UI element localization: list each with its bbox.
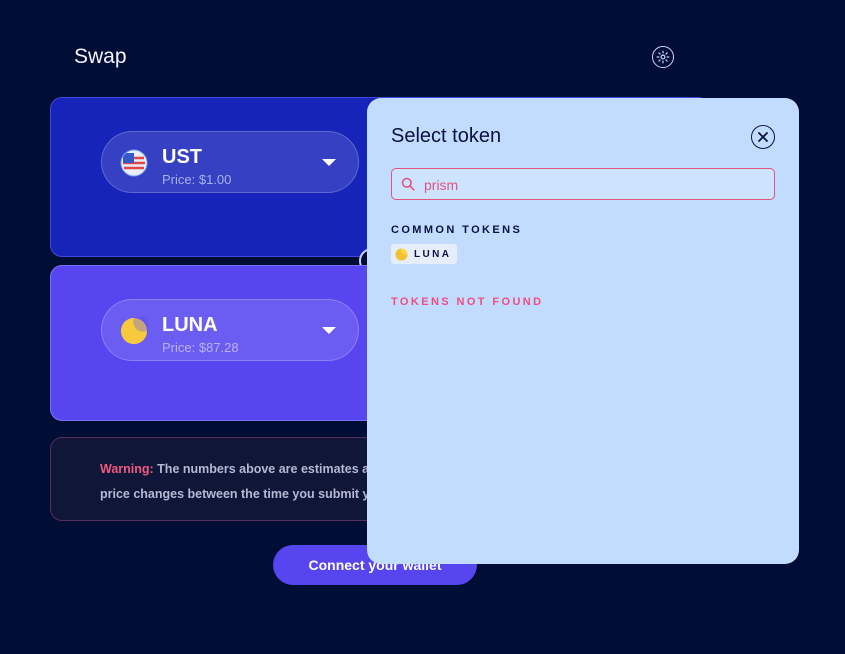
from-token-symbol: UST (162, 146, 202, 168)
to-token-symbol: LUNA (162, 314, 218, 336)
gear-icon (656, 50, 670, 64)
settings-button[interactable] (652, 46, 674, 68)
from-token-price: Price: $1.00 (162, 172, 232, 187)
to-token-selector[interactable]: LUNA Price: $87.28 (101, 299, 359, 361)
search-icon (401, 177, 415, 191)
page-title: Swap (74, 45, 127, 68)
warning-label: Warning: (100, 462, 154, 476)
from-token-selector[interactable]: UST Price: $1.00 (101, 131, 359, 193)
token-search (391, 168, 775, 200)
close-button[interactable] (751, 125, 775, 149)
luna-icon (395, 247, 408, 261)
chevron-down-icon (322, 327, 336, 334)
close-icon (758, 132, 768, 142)
to-token-price: Price: $87.28 (162, 340, 239, 355)
ust-flag-icon (120, 149, 148, 177)
tokens-not-found: TOKENS NOT FOUND (391, 296, 544, 308)
common-tokens-label: COMMON TOKENS (391, 224, 523, 236)
select-token-modal: Select token COMMON TOKENS LUNA TOKENS N… (367, 98, 799, 564)
search-input[interactable] (422, 169, 766, 200)
common-token-symbol: LUNA (414, 248, 452, 260)
chevron-down-icon (322, 159, 336, 166)
common-token-luna[interactable]: LUNA (391, 244, 458, 264)
modal-title: Select token (391, 125, 502, 147)
luna-icon (121, 317, 148, 344)
